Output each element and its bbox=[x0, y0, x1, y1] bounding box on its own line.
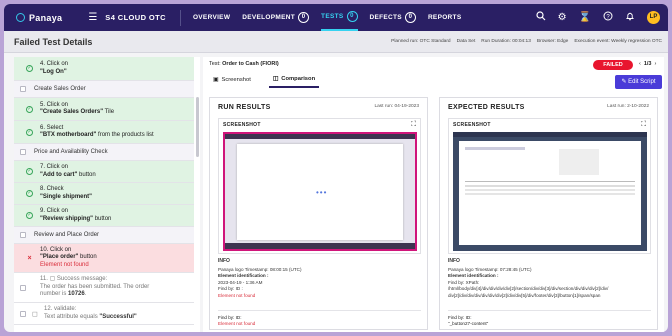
test-name: Test: Order to Cash (FIORI) bbox=[209, 61, 279, 67]
run-meta: Planned run: OTC Standard Data Set Run D… bbox=[391, 39, 662, 44]
section-row[interactable]: Create Sales Order bbox=[14, 81, 194, 98]
failed-x-icon: × bbox=[27, 254, 32, 262]
pencil-icon: ✎ bbox=[621, 79, 627, 85]
run-screenshot-box: SCREENSHOT ⛶ ••• bbox=[218, 118, 421, 254]
help-icon[interactable]: ? bbox=[603, 11, 613, 24]
status-badge: FAILED bbox=[593, 60, 633, 70]
tests-count-badge: 0 bbox=[346, 11, 358, 22]
step-row[interactable]: ✓ 6. Select "BTX motherboard" from the pr… bbox=[14, 121, 194, 144]
expected-results-title: EXPECTED RESULTS bbox=[448, 104, 525, 111]
nav-tests[interactable]: TESTS 0 bbox=[321, 4, 358, 31]
expected-screenshot-box: SCREENSHOT ⛶ bbox=[448, 118, 651, 254]
nav-reports[interactable]: REPORTS bbox=[428, 4, 462, 31]
hourglass-icon[interactable]: ⌛ bbox=[579, 12, 591, 23]
pager-label: 1/3 bbox=[643, 61, 652, 67]
section-row[interactable]: Review and Place Order bbox=[14, 227, 194, 244]
expected-last-run: Last run: 2-10-2022 bbox=[607, 104, 649, 109]
expected-screenshot-image[interactable] bbox=[453, 132, 647, 251]
nav-overview[interactable]: OVERVIEW bbox=[193, 4, 230, 31]
screenshot-label: SCREENSHOT bbox=[453, 122, 491, 128]
run-last-run: Last run: 04-19-2023 bbox=[374, 104, 419, 109]
steps-scrollbar[interactable] bbox=[196, 97, 199, 157]
run-screenshot-image[interactable]: ••• bbox=[223, 132, 417, 251]
brand[interactable]: Panaya bbox=[16, 13, 62, 23]
pending-step-row[interactable]: 11. ▢ Success message: The order has been… bbox=[14, 273, 194, 303]
app-window: Panaya ☰ S4 CLOUD OTC OVERVIEW DEVELOPME… bbox=[4, 4, 668, 332]
section-row[interactable]: Price and Availability Check bbox=[14, 144, 194, 161]
run-duration: Run Duration: 00:04:13 bbox=[481, 39, 531, 44]
run-find-by: Find by: ID: Element not found bbox=[218, 310, 421, 327]
result-tabs: ▣ Screenshot ◫ Comparison bbox=[209, 75, 320, 88]
project-name[interactable]: S4 CLOUD OTC bbox=[105, 13, 166, 22]
passed-check-icon: ✓ bbox=[26, 212, 33, 219]
execution-event: Execution event: Weekly regression OTC bbox=[574, 39, 662, 44]
browser: Browser: Edge bbox=[536, 39, 569, 44]
expand-icon[interactable]: ⛶ bbox=[641, 121, 646, 129]
brand-name: Panaya bbox=[29, 12, 63, 23]
section-label: Review and Place Order bbox=[34, 232, 100, 238]
page-header: Failed Test Details Planned run: OTC Sta… bbox=[4, 31, 668, 53]
run-results-card: RUN RESULTS Last run: 04-19-2023 SCREENS… bbox=[209, 97, 428, 330]
bell-icon[interactable] bbox=[625, 11, 635, 24]
error-message: Element not found bbox=[40, 261, 89, 268]
prev-icon[interactable]: ‹ bbox=[639, 61, 641, 67]
panaya-logo-icon bbox=[16, 13, 25, 22]
top-navigation-bar: Panaya ☰ S4 CLOUD OTC OVERVIEW DEVELOPME… bbox=[4, 4, 668, 31]
result-panel: Test: Order to Cash (FIORI) ▣ Screenshot … bbox=[203, 57, 664, 332]
section-label: Price and Availability Check bbox=[34, 149, 108, 155]
section-label: Create Sales Order bbox=[34, 86, 86, 92]
test-steps-panel: ✓ 4. Click on "Log On" Create Sales Order… bbox=[14, 57, 200, 332]
expected-results-card: EXPECTED RESULTS Last run: 2-10-2022 SCR… bbox=[439, 97, 658, 330]
step-row[interactable]: ✓ 9. Click on "Review shipping" button bbox=[14, 205, 194, 227]
passed-check-icon: ✓ bbox=[26, 128, 33, 136]
step-row[interactable]: ✓ 7. Click on "Add to cart" button bbox=[14, 161, 194, 183]
edit-script-button[interactable]: ✎ Edit Script bbox=[615, 75, 662, 89]
tab-screenshot[interactable]: ▣ Screenshot bbox=[209, 75, 255, 88]
run-info: INFO Panaya logo Timestamp: 08:00:15 (UT… bbox=[218, 258, 302, 298]
passed-check-icon: ✓ bbox=[26, 105, 33, 113]
search-icon[interactable] bbox=[535, 11, 546, 24]
section-checkbox[interactable] bbox=[20, 86, 26, 92]
settings-icon[interactable]: ⚙ bbox=[558, 12, 567, 23]
image-icon: ▣ bbox=[213, 77, 219, 83]
nav-development[interactable]: DEVELOPMENT 0 bbox=[242, 4, 310, 31]
expected-find-by: Find by: ID: "_button27-content" bbox=[448, 310, 651, 327]
step-checkbox[interactable] bbox=[20, 310, 26, 317]
pager: ‹ 1/3 › bbox=[639, 61, 656, 67]
step-row[interactable]: ✓ 5. Click on "Create Sales Orders" Tile bbox=[14, 98, 194, 121]
data-set: Data Set bbox=[456, 39, 476, 44]
step-checkbox[interactable] bbox=[20, 284, 26, 291]
expand-icon[interactable]: ⛶ bbox=[411, 121, 416, 129]
development-count-badge: 0 bbox=[298, 12, 310, 23]
screenshot-label: SCREENSHOT bbox=[223, 122, 261, 128]
nav-divider bbox=[179, 9, 181, 26]
next-icon[interactable]: › bbox=[655, 61, 657, 67]
nav-defects[interactable]: DEFECTS 0 bbox=[370, 4, 416, 31]
planned-run: Planned run: OTC Standard bbox=[391, 39, 451, 44]
attachment-icon: ◻ bbox=[32, 310, 38, 318]
defects-count-badge: 0 bbox=[404, 12, 416, 23]
section-checkbox[interactable] bbox=[20, 232, 26, 238]
passed-check-icon: ✓ bbox=[26, 190, 33, 197]
passed-check-icon: ✓ bbox=[26, 168, 33, 175]
failed-step-row[interactable]: × 10. Click on "Place order" button Elemen… bbox=[14, 244, 194, 273]
hamburger-menu-icon[interactable]: ☰ bbox=[88, 12, 97, 23]
page-title: Failed Test Details bbox=[14, 36, 93, 47]
step-row[interactable]: ✓ 4. Click on "Log On" bbox=[14, 57, 194, 81]
run-results-title: RUN RESULTS bbox=[218, 104, 271, 111]
section-checkbox[interactable] bbox=[20, 149, 26, 155]
compare-icon: ◫ bbox=[272, 76, 279, 82]
expected-info: INFO Panaya logo Timestamp: 07:28:45 (UT… bbox=[448, 258, 609, 298]
step-row[interactable]: ✓ 8. Check "Single shipment" bbox=[14, 183, 194, 205]
passed-check-icon: ✓ bbox=[26, 65, 33, 72]
tab-comparison[interactable]: ◫ Comparison bbox=[268, 75, 320, 88]
user-avatar[interactable]: LP bbox=[647, 11, 660, 24]
pending-step-row[interactable]: ◻ 12. validate: Text attribute equals "Su… bbox=[14, 303, 194, 325]
